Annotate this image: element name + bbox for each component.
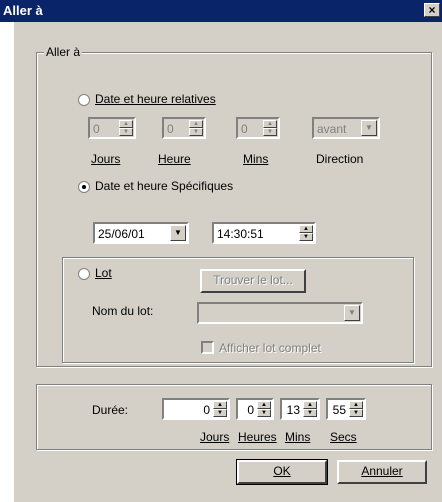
relative-direction-label: Direction bbox=[316, 152, 364, 166]
cancel-button[interactable]: Annuler bbox=[337, 460, 427, 484]
title-bar: Aller à × bbox=[0, 0, 442, 22]
direction-value: avant bbox=[317, 122, 347, 136]
specific-radio[interactable] bbox=[78, 181, 90, 193]
ok-button[interactable]: OK bbox=[236, 459, 328, 485]
date-value: 25/06/01 bbox=[98, 227, 145, 241]
spin-down-icon[interactable]: ▼ bbox=[189, 128, 203, 136]
relative-mins-label: Mins bbox=[243, 152, 269, 166]
relative-mins-spinner[interactable]: 0 ▲ ▼ bbox=[236, 117, 280, 139]
duration-mins-label: Mins bbox=[285, 430, 311, 444]
duration-secs-spinner[interactable]: 55 ▲ ▼ bbox=[326, 398, 366, 420]
relative-radio[interactable] bbox=[78, 94, 90, 106]
spin-down-icon[interactable]: ▼ bbox=[349, 409, 363, 417]
duration-heures-spinner[interactable]: 0 ▲ ▼ bbox=[236, 398, 274, 420]
duration-heures-value: 0 bbox=[247, 403, 254, 417]
relative-mins-value: 0 bbox=[241, 122, 248, 136]
duration-jours-value: 0 bbox=[203, 403, 210, 417]
close-icon: × bbox=[428, 3, 436, 17]
spin-up-icon[interactable]: ▲ bbox=[189, 120, 203, 128]
duration-heures-label: Heures bbox=[238, 430, 277, 444]
date-picker[interactable]: 25/06/01 ▼ bbox=[93, 222, 189, 244]
spin-down-icon[interactable]: ▼ bbox=[303, 409, 317, 417]
spin-down-icon[interactable]: ▼ bbox=[213, 409, 227, 417]
find-lot-button[interactable]: Trouver le lot... bbox=[200, 269, 306, 293]
time-spinner[interactable]: 14:30:51 ▲ ▼ bbox=[212, 222, 316, 244]
spin-up-icon[interactable]: ▲ bbox=[213, 401, 227, 409]
chevron-down-icon[interactable]: ▼ bbox=[361, 120, 377, 136]
left-strip bbox=[0, 22, 14, 502]
relative-jours-spinner[interactable]: 0 ▲ ▼ bbox=[88, 117, 136, 139]
window-title: Aller à bbox=[3, 3, 43, 18]
spin-up-icon[interactable]: ▲ bbox=[119, 120, 133, 128]
lot-name-label: Nom du lot: bbox=[92, 304, 154, 318]
spin-down-icon[interactable]: ▼ bbox=[257, 409, 271, 417]
duration-group bbox=[36, 384, 432, 450]
relative-jours-value: 0 bbox=[93, 122, 100, 136]
spin-up-icon[interactable]: ▲ bbox=[257, 401, 271, 409]
duration-mins-spinner[interactable]: 13 ▲ ▼ bbox=[280, 398, 320, 420]
spin-down-icon[interactable]: ▼ bbox=[299, 233, 313, 241]
spin-up-icon[interactable]: ▲ bbox=[299, 225, 313, 233]
time-value: 14:30:51 bbox=[217, 227, 264, 241]
duration-secs-value: 55 bbox=[332, 403, 346, 417]
spin-down-icon[interactable]: ▼ bbox=[119, 128, 133, 136]
duration-label: Durée: bbox=[92, 403, 129, 417]
spin-up-icon[interactable]: ▲ bbox=[263, 120, 277, 128]
chevron-down-icon[interactable]: ▼ bbox=[344, 305, 360, 321]
spin-down-icon[interactable]: ▼ bbox=[263, 128, 277, 136]
specific-radio-label: Date et heure Spécifiques bbox=[95, 179, 234, 193]
spin-up-icon[interactable]: ▲ bbox=[303, 401, 317, 409]
duration-jours-label: Jours bbox=[200, 430, 230, 444]
relative-heure-spinner[interactable]: 0 ▲ ▼ bbox=[162, 117, 206, 139]
relative-radio-label: Date et heure relatives bbox=[95, 92, 216, 106]
duration-secs-label: Secs bbox=[330, 430, 357, 444]
relative-jours-label: Jours bbox=[91, 152, 121, 166]
relative-heure-value: 0 bbox=[167, 122, 174, 136]
lot-name-select[interactable]: ▼ bbox=[197, 302, 363, 324]
relative-heure-label: Heure bbox=[158, 152, 191, 166]
goto-group-legend: Aller à bbox=[44, 45, 83, 59]
lot-radio[interactable] bbox=[78, 268, 90, 280]
duration-mins-value: 13 bbox=[286, 403, 300, 417]
show-complete-label: Afficher lot complet bbox=[219, 341, 321, 355]
lot-radio-label: Lot bbox=[95, 266, 112, 280]
show-complete-checkbox[interactable] bbox=[201, 341, 214, 354]
duration-jours-spinner[interactable]: 0 ▲ ▼ bbox=[162, 398, 230, 420]
close-button[interactable]: × bbox=[424, 3, 440, 17]
direction-select[interactable]: avant ▼ bbox=[312, 117, 380, 139]
chevron-down-icon[interactable]: ▼ bbox=[170, 225, 186, 241]
spin-up-icon[interactable]: ▲ bbox=[349, 401, 363, 409]
goto-dialog: Aller à × Aller à Date et heure relative… bbox=[0, 0, 442, 502]
